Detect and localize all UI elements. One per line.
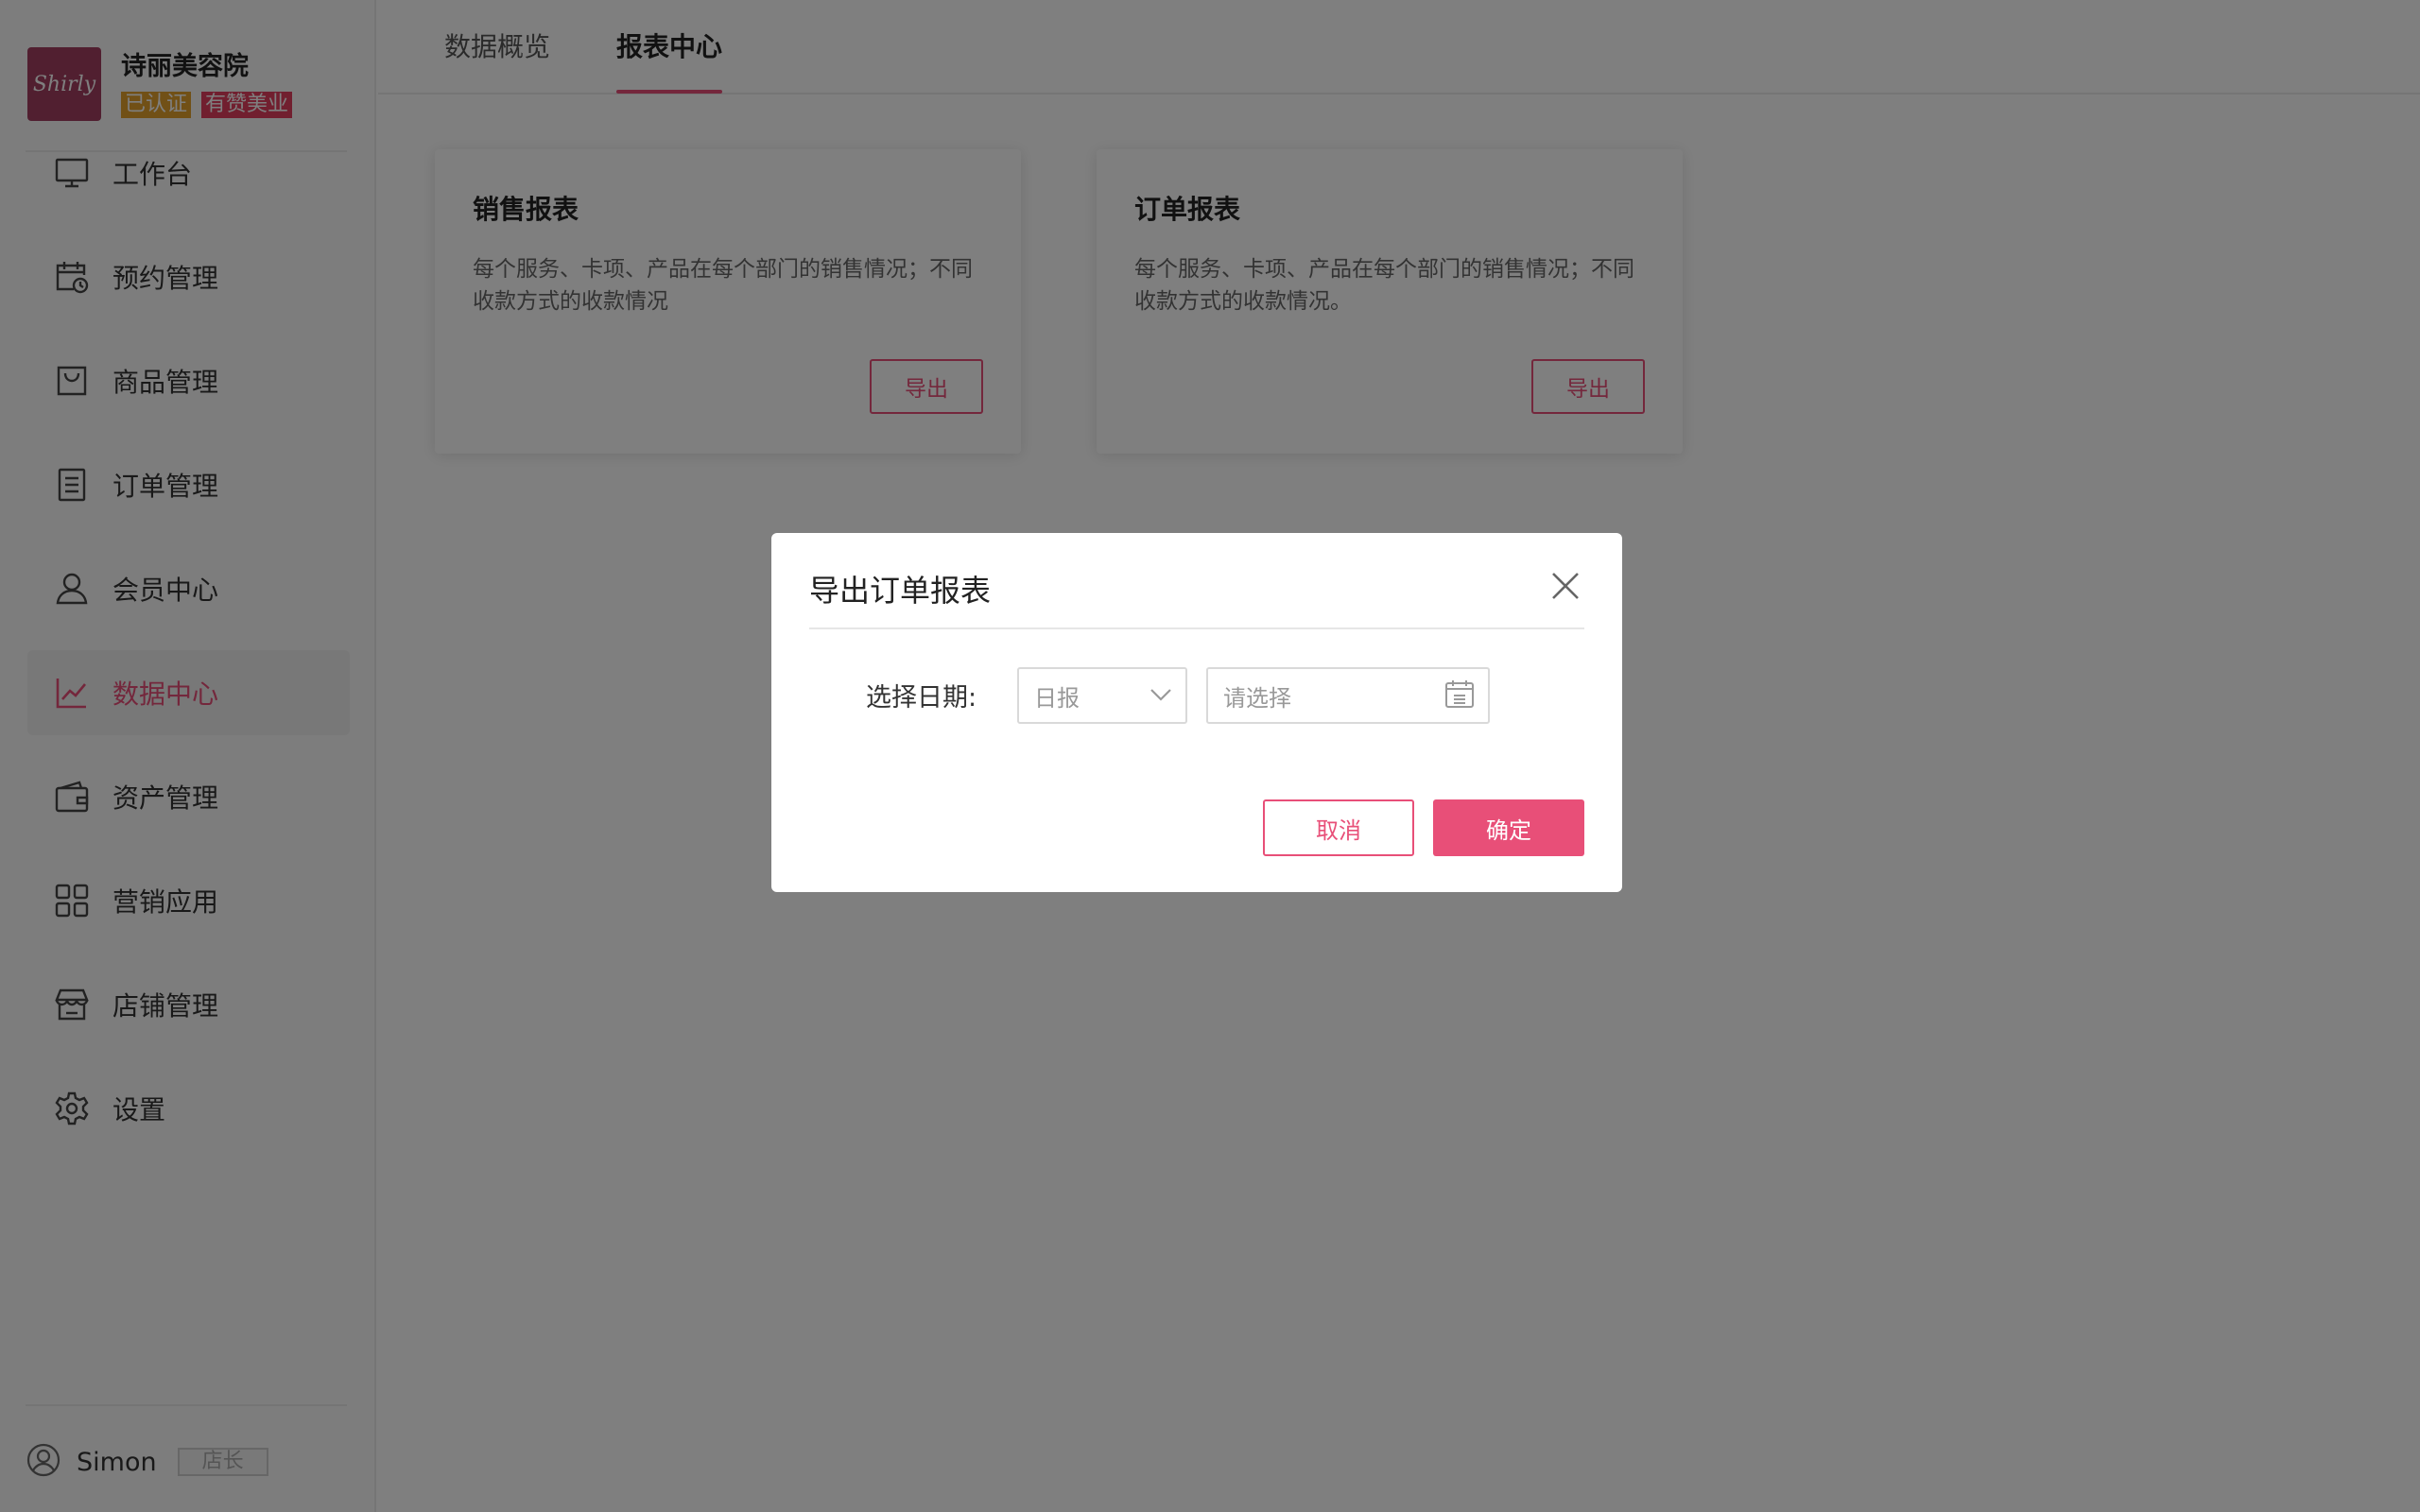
select-value: 日报: [1034, 684, 1080, 712]
report-period-select[interactable]: 日报: [1017, 667, 1187, 724]
confirm-button[interactable]: 确定: [1433, 799, 1584, 856]
cancel-button[interactable]: 取消: [1263, 799, 1414, 856]
close-icon[interactable]: [1548, 569, 1582, 603]
dialog-divider: [809, 627, 1584, 629]
date-picker-input[interactable]: 请选择: [1206, 667, 1490, 724]
calendar-icon: [1444, 679, 1475, 713]
date-field-label: 选择日期:: [866, 683, 977, 713]
chevron-down-icon: [1150, 687, 1172, 705]
export-order-report-dialog: 导出订单报表 选择日期: 日报 请选择 取消 确定: [771, 533, 1622, 892]
dialog-title: 导出订单报表: [809, 573, 992, 609]
date-placeholder: 请选择: [1223, 684, 1291, 712]
